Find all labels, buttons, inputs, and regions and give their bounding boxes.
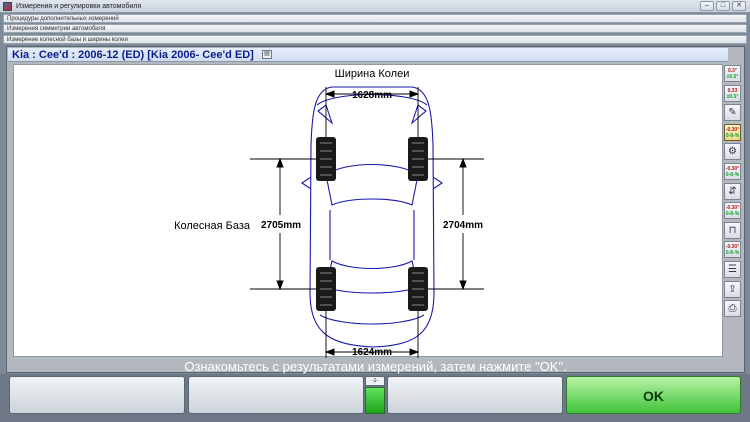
vehicle-header: Kia : Cee'd : 2006-12 (ED) [Kia 2006- Ce… (8, 48, 728, 62)
camber-tool-range: ±0.5° (726, 74, 739, 80)
adjust-tool[interactable]: ⇵ (724, 182, 741, 200)
left-wheelbase-value: 2705mm (261, 220, 301, 231)
procedure-strip-label: Измерение колесной базы и ширины колеи (7, 37, 128, 43)
front-track-value: 1628mm (352, 90, 392, 101)
function-key-3[interactable] (387, 376, 563, 414)
status-indicator: ◦1◦ (365, 376, 385, 414)
toe-tool-range: ±0.5° (726, 93, 739, 100)
print-tool[interactable]: ⎙ (724, 300, 741, 318)
indicator-lamp (365, 387, 385, 414)
pencil-tool-icon: ✎ (728, 107, 737, 119)
app-icon (3, 2, 12, 11)
ok-button-label: OK (643, 388, 664, 404)
camber-tool[interactable]: 0.3° ±0.5° (724, 65, 741, 82)
offset-tool[interactable]: -0.30° 0-8-% (724, 202, 741, 220)
camber-range-tool-range: 0-8-% (725, 132, 740, 139)
procedure-strip-additional[interactable]: Процедуры дополнительных измерений (3, 14, 747, 23)
mirror-left (301, 176, 312, 190)
caster-tool-range: 0-8-% (725, 250, 740, 257)
caster-tool[interactable]: -0.30° 0-8-% (724, 241, 741, 259)
gauge-tool-range: 0-8-% (725, 172, 740, 178)
procedure-strip-wheelbase[interactable]: Измерение колесной базы и ширины колеи (3, 35, 747, 44)
rear-window (325, 260, 419, 294)
status-message: Ознакомьтесь с результатами измерений, з… (184, 359, 567, 374)
vehicle-note-icon[interactable]: ▤ (262, 50, 272, 59)
camber-range-tool[interactable]: -0.30° 0-8-% (724, 123, 741, 141)
pencil-tool[interactable]: ✎ (724, 104, 741, 122)
offset-tool-range: 0-8-% (725, 211, 740, 218)
wheelbase-label: Колесная База (174, 220, 251, 232)
right-wheelbase-value: 2704mm (443, 220, 483, 231)
clamp-tool[interactable]: ⊓ (724, 221, 741, 239)
list-tool[interactable]: ☰ (724, 261, 741, 278)
rear-track-value: 1624mm (352, 347, 392, 358)
main-panel: Kia : Cee'd : 2006-12 (ED) [Kia 2006- Ce… (6, 46, 745, 374)
function-key-bar: ◦1◦ OK (0, 374, 750, 422)
function-key-2[interactable] (188, 376, 364, 414)
car-diagram-svg: Ширина Колеи 1628mm 1624mm Колесная База… (174, 68, 484, 358)
headlight-left (317, 104, 334, 125)
function-key-1[interactable] (9, 376, 185, 414)
print-tool-icon: ⎙ (728, 303, 737, 315)
adjust-tool-icon: ⇵ (728, 185, 737, 197)
window-title: Измерения и регулировки автомобиля (16, 3, 142, 10)
wrench-tool[interactable]: ⚙ (724, 143, 741, 161)
wrench-tool-icon: ⚙ (728, 146, 737, 158)
procedure-strip-label: Процедуры дополнительных измерений (7, 16, 119, 22)
gauge-tool[interactable]: -0.30° 0-8-% (724, 163, 741, 180)
vehicle-title: Kia : Cee'd : 2006-12 (ED) [Kia 2006- Ce… (12, 49, 254, 61)
window-controls: – □ ✕ (700, 1, 746, 11)
close-button[interactable]: ✕ (732, 1, 746, 11)
window-titlebar: Измерения и регулировки автомобиля – □ ✕ (0, 0, 750, 13)
windshield (325, 164, 419, 206)
tool-sidebar: 0.3° ±0.5° 0.33 ±0.5° ✎ -0.30° 0-8-% ⚙ -0.30° 0-8… (724, 65, 742, 323)
toe-tool[interactable]: 0.33 ±0.5° (724, 84, 741, 102)
clamp-tool-icon: ⊓ (728, 224, 737, 236)
roof-line (329, 210, 415, 260)
maximize-button[interactable]: □ (716, 1, 730, 11)
ok-button[interactable]: OK (566, 376, 741, 414)
list-tool-icon: ☰ (728, 264, 737, 275)
camber-range-tool-value: -0.30° (725, 126, 740, 133)
minimize-button[interactable]: – (700, 1, 714, 11)
measurement-diagram: Ширина Колеи 1628mm 1624mm Колесная База… (13, 64, 723, 358)
track-width-heading: Ширина Колеи (335, 68, 410, 80)
wheels (316, 137, 428, 311)
mirror-right (432, 176, 443, 190)
indicator-cap: ◦1◦ (365, 376, 385, 386)
procedure-strip-label: Измерения симметрии автомобиля (7, 26, 106, 32)
headlight-right (410, 104, 427, 125)
lift-tool-icon: ⇪ (728, 283, 737, 295)
procedure-strip-symmetry[interactable]: Измерения симметрии автомобиля (3, 24, 747, 33)
trunk-line (319, 314, 425, 325)
lift-tool[interactable]: ⇪ (724, 280, 741, 298)
